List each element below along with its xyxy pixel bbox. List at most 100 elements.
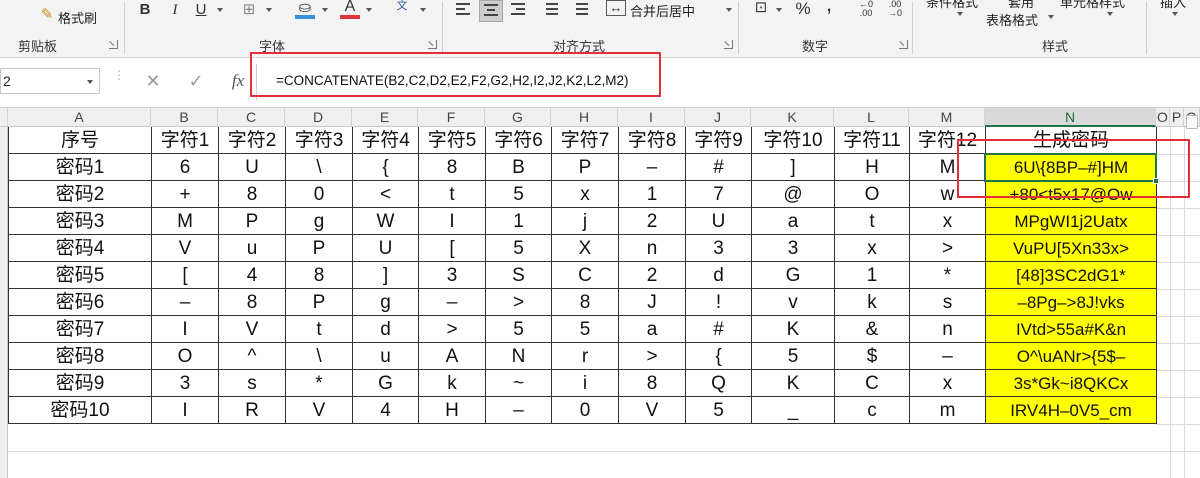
char-cell[interactable]: 1 (835, 262, 909, 288)
row-label-cell[interactable]: 密码10 (9, 397, 151, 423)
char-cell[interactable]: 5 (686, 397, 751, 423)
char-cell[interactable]: k (419, 370, 485, 396)
char-cell[interactable]: B (486, 154, 551, 180)
header-cell-char[interactable]: 字符2 (219, 127, 285, 153)
char-cell[interactable]: x (835, 235, 909, 261)
char-cell[interactable]: [ (152, 262, 218, 288)
char-cell[interactable]: 3 (419, 262, 485, 288)
char-cell[interactable]: G (752, 262, 834, 288)
char-cell[interactable]: a (752, 208, 834, 234)
chevron-down-icon[interactable] (726, 8, 732, 12)
char-cell[interactable]: * (910, 262, 985, 288)
char-cell[interactable]: < (353, 181, 418, 207)
name-box[interactable]: 2 (0, 68, 100, 94)
format-painter-icon[interactable]: ✎ (38, 5, 56, 25)
enter-icon[interactable]: ✓ (184, 68, 208, 94)
char-cell[interactable]: ! (686, 289, 751, 315)
char-cell[interactable]: [ (419, 235, 485, 261)
header-cell-char[interactable]: 字符7 (552, 127, 618, 153)
char-cell[interactable]: S (486, 262, 551, 288)
insert-button[interactable]: 插入 (1160, 0, 1186, 11)
char-cell[interactable]: X (552, 235, 618, 261)
char-cell[interactable]: O (835, 181, 909, 207)
char-cell[interactable]: c (835, 397, 909, 423)
char-cell[interactable]: – (910, 343, 985, 369)
char-cell[interactable]: r (552, 343, 618, 369)
underline-button[interactable]: U (192, 0, 210, 20)
char-cell[interactable]: – (619, 154, 685, 180)
char-cell[interactable]: u (353, 343, 418, 369)
char-cell[interactable]: \ (286, 343, 352, 369)
char-cell[interactable]: I (152, 397, 218, 423)
char-cell[interactable]: O (152, 343, 218, 369)
char-cell[interactable]: 2 (619, 262, 685, 288)
percent-button[interactable]: % (794, 0, 812, 19)
char-cell[interactable]: s (910, 289, 985, 315)
char-cell[interactable]: g (353, 289, 418, 315)
char-cell[interactable]: n (619, 235, 685, 261)
char-cell[interactable]: 3 (152, 370, 218, 396)
char-cell[interactable]: t (835, 208, 909, 234)
char-cell[interactable]: 5 (486, 316, 551, 342)
char-cell[interactable]: 7 (686, 181, 751, 207)
column-header-k[interactable]: K (751, 108, 834, 127)
char-cell[interactable]: 8 (286, 262, 352, 288)
char-cell[interactable]: x (910, 370, 985, 396)
column-header-f[interactable]: F (418, 108, 485, 127)
scroll-handle[interactable] (1186, 115, 1198, 129)
char-cell[interactable]: N (486, 343, 551, 369)
char-cell[interactable]: j (552, 208, 618, 234)
char-cell[interactable]: a (619, 316, 685, 342)
column-header-l[interactable]: L (834, 108, 909, 127)
column-header-i[interactable]: I (618, 108, 685, 127)
char-cell[interactable]: 8 (219, 181, 285, 207)
header-cell-char[interactable]: 字符11 (835, 127, 909, 153)
header-cell-char[interactable]: 字符1 (152, 127, 218, 153)
char-cell[interactable]: I (419, 208, 485, 234)
char-cell[interactable]: – (152, 289, 218, 315)
row-label-cell[interactable]: 密码7 (9, 316, 151, 342)
italic-button[interactable]: I (166, 0, 184, 20)
char-cell[interactable]: { (353, 154, 418, 180)
char-cell[interactable]: n (910, 316, 985, 342)
char-cell[interactable]: _ (752, 397, 834, 423)
alignment-launcher-icon[interactable] (724, 40, 733, 49)
char-cell[interactable]: V (619, 397, 685, 423)
border-icon[interactable]: ⊞ (240, 0, 258, 20)
char-cell[interactable]: C (835, 370, 909, 396)
conditional-format-button[interactable]: 条件格式 (926, 0, 978, 11)
char-cell[interactable]: * (286, 370, 352, 396)
char-cell[interactable]: V (219, 316, 285, 342)
header-cell-char[interactable]: 字符9 (686, 127, 751, 153)
char-cell[interactable]: U (353, 235, 418, 261)
char-cell[interactable]: 3 (752, 235, 834, 261)
header-cell-char[interactable]: 字符8 (619, 127, 685, 153)
password-cell[interactable]: [48]3SC2dG1* (986, 262, 1156, 288)
column-header-c[interactable]: C (218, 108, 285, 127)
char-cell[interactable]: 8 (419, 154, 485, 180)
char-cell[interactable]: 4 (353, 397, 418, 423)
column-header-p[interactable]: P (1170, 108, 1184, 127)
char-cell[interactable]: @ (752, 181, 834, 207)
chevron-down-icon[interactable] (1048, 15, 1054, 19)
char-cell[interactable]: v (752, 289, 834, 315)
select-all-corner[interactable] (0, 108, 8, 127)
char-cell[interactable]: 5 (486, 235, 551, 261)
char-cell[interactable]: H (835, 154, 909, 180)
char-cell[interactable]: t (286, 316, 352, 342)
chevron-down-icon[interactable] (776, 8, 782, 12)
char-cell[interactable]: u (219, 235, 285, 261)
char-cell[interactable]: ~ (486, 370, 551, 396)
cell-styles-button[interactable]: 单元格样式 (1060, 0, 1125, 11)
merge-icon[interactable]: ↔ (606, 0, 626, 16)
bold-button[interactable]: B (136, 0, 154, 20)
char-cell[interactable]: U (219, 154, 285, 180)
char-cell[interactable]: – (486, 397, 551, 423)
column-header-e[interactable]: E (352, 108, 418, 127)
header-cell-char[interactable]: 字符5 (419, 127, 485, 153)
char-cell[interactable]: ] (353, 262, 418, 288)
row-label-cell[interactable]: 密码9 (9, 370, 151, 396)
indent-increase-button[interactable] (570, 0, 590, 20)
char-cell[interactable]: + (152, 181, 218, 207)
column-header-o[interactable]: O (1156, 108, 1170, 127)
